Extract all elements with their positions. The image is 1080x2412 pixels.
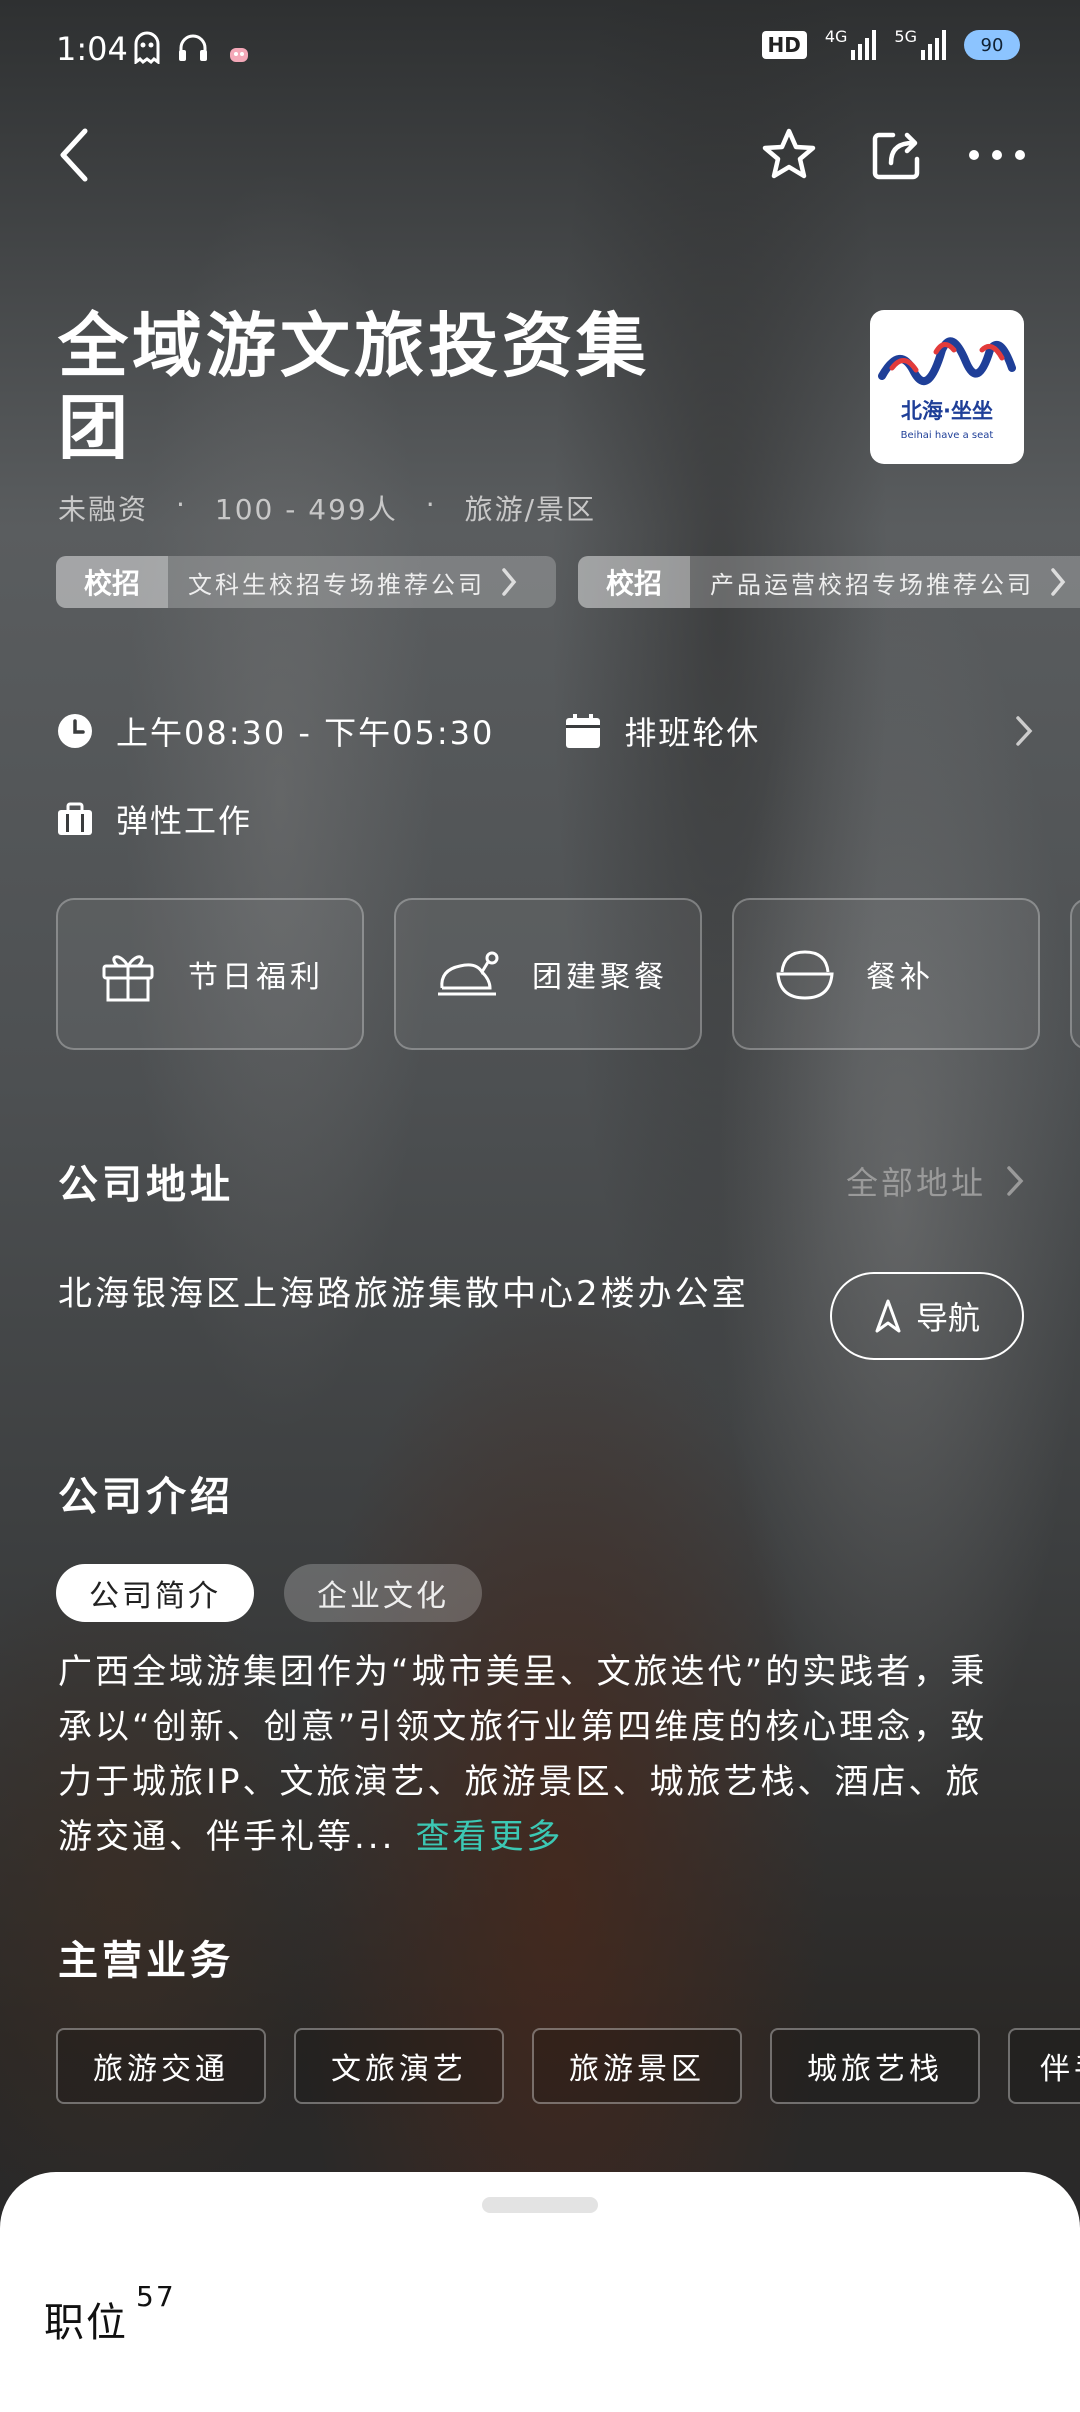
sheet-drag-handle[interactable] [482,2197,598,2213]
share-icon [872,132,920,180]
clock-icon [58,714,92,748]
hd-badge: HD [761,31,807,59]
tag-text: 产品运营校招专场推荐公司 [710,570,1035,599]
jobs-bottom-sheet[interactable]: 职位57 [0,2172,1080,2412]
star-icon [762,128,816,179]
business-chip[interactable]: 文旅演艺 [294,2028,504,2104]
view-more-link[interactable]: 查看更多 [415,1817,563,1857]
welfare-label: 节日福利 [188,960,324,995]
more-dots-icon [969,150,1025,160]
headphones-icon [176,30,210,71]
chevron-right-icon [502,568,517,596]
tab-company-culture[interactable]: 企业文化 [284,1564,482,1622]
company-intro: 广西全域游集团作为“城市美呈、文旅迭代”的实践者，秉承以“创新、创意”引领文旅行… [58,1645,1018,1865]
business-chip[interactable]: 旅游景区 [532,2028,742,2104]
jobs-label: 职位 [44,2300,128,2346]
chevron-right-icon [1007,1166,1024,1196]
company-industry: 旅游/景区 [464,493,597,526]
jobs-title: 职位57 [44,2280,176,2348]
gift-icon [102,955,154,1002]
welfare-card-holiday[interactable]: 节日福利 [56,898,364,1050]
meta-separator: · [425,488,437,521]
welfare-card-partial[interactable] [1070,898,1080,1050]
campus-tag-1[interactable]: 校招 文科生校招专场推荐公司 [56,556,556,608]
svg-text:北海·坐坐: 北海·坐坐 [901,399,993,423]
briefcase-icon [58,802,92,835]
roast-chicken-icon [438,951,499,996]
network-label-5g: 5G [894,26,917,46]
welfare-card-team-dinner[interactable]: 团建聚餐 [394,898,702,1050]
company-meta: 未融资 · 100 - 499人 · 旅游/景区 [58,488,596,528]
all-addresses-link[interactable]: 全部地址 [846,1158,1026,1204]
work-hours-row[interactable]: 上午08:30 - 下午05:30 排班轮休 [56,706,1036,756]
company-size: 100 - 499人 [214,493,398,526]
company-logo: 北海·坐坐 Beihai have a seat [870,310,1024,464]
navigation-arrow-icon [875,1299,901,1333]
welfare-label: 团建聚餐 [532,960,668,995]
address-section-title: 公司地址 [58,1162,234,1208]
navigate-label: 导航 [915,1299,980,1337]
navigate-button[interactable]: 导航 [830,1272,1024,1360]
work-hours: 上午08:30 - 下午05:30 [116,714,495,752]
battery-level: 90 [980,34,1004,56]
tab-company-profile[interactable]: 公司简介 [56,1564,254,1622]
tag-type: 校招 [578,556,691,608]
signal-icon-2 [921,30,946,60]
favorite-button[interactable] [754,120,824,190]
business-chip[interactable]: 伴手礼 [1008,2028,1080,2104]
business-chip[interactable]: 旅游交通 [56,2028,266,2104]
chevron-right-icon [1016,716,1033,746]
status-time: 1:04 [56,30,128,68]
all-addresses-label: 全部地址 [845,1164,986,1202]
chevron-left-icon [60,128,88,182]
company-address: 北海银海区上海路旅游集散中心2楼办公室 [58,1274,749,1314]
tag-type: 校招 [56,556,169,608]
business-section-title: 主营业务 [58,1938,234,1984]
tag-text: 文科生校招专场推荐公司 [188,570,486,599]
share-button[interactable] [862,120,932,190]
work-type-row: 弹性工作 [56,794,252,844]
ghost-app-icon [130,30,164,71]
company-name: 全域游文旅投资集团 [58,305,650,469]
signal-icon [851,30,877,60]
work-type: 弹性工作 [116,802,253,840]
chevron-right-icon [1051,568,1066,596]
intro-section-title: 公司介绍 [58,1474,234,1520]
business-chip[interactable]: 城旅艺栈 [770,2028,980,2104]
welfare-label: 餐补 [866,960,934,995]
calendar-icon [566,714,601,748]
rice-bowl-icon [776,950,834,1000]
welfare-card-meal[interactable]: 餐补 [732,898,1040,1050]
financing-stage: 未融资 [58,493,149,526]
meta-separator: · [176,488,187,521]
back-button[interactable] [40,120,110,190]
jobs-count: 57 [136,2280,176,2313]
network-label-4g: 4G [824,26,848,46]
status-right: HD 4G 5G 90 [761,26,1020,60]
work-schedule: 排班轮休 [624,714,761,752]
svg-text:Beihai have a seat: Beihai have a seat [901,430,994,441]
campus-tag-2[interactable]: 校招 产品运营校招专场推荐公司 [578,556,1080,608]
battery-icon: 90 [964,30,1020,60]
notification-app-icon [228,38,250,71]
more-button[interactable] [962,120,1032,190]
